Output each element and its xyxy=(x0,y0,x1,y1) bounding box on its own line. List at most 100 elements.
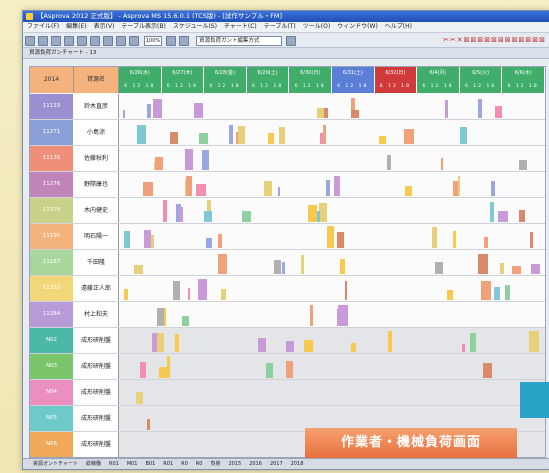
status-tab-8[interactable]: 負荷 xyxy=(210,461,220,467)
load-bar[interactable] xyxy=(530,231,533,248)
load-bar[interactable] xyxy=(301,254,304,274)
resource-name[interactable]: 佐藤秋利 xyxy=(74,146,119,171)
load-bar[interactable] xyxy=(378,135,386,144)
load-bar[interactable] xyxy=(484,265,489,274)
status-tab-4[interactable]: B01 xyxy=(146,461,156,467)
resource-row[interactable]: N02 成形研削盤 xyxy=(30,328,545,354)
resource-row[interactable]: 11195 明石陽一 xyxy=(30,224,545,250)
load-bar[interactable] xyxy=(333,175,340,196)
resource-name[interactable]: 遠藤正人郎 xyxy=(74,276,119,301)
copy-icon[interactable] xyxy=(90,36,100,46)
load-bar[interactable] xyxy=(181,315,189,326)
day-header[interactable]: 6/30(日) 6 12 18 xyxy=(289,67,332,93)
load-bar[interactable] xyxy=(136,391,143,404)
chart-tab-title[interactable]: 資源負荷ガンチャート - 13 xyxy=(29,50,96,56)
day-header[interactable]: 6/28(金) 6 12 18 xyxy=(204,67,247,93)
resource-name[interactable]: 鈴木直彦 xyxy=(74,94,119,119)
resource-name[interactable]: 木内健史 xyxy=(74,198,119,223)
day-header[interactable]: 6/31(土) 6 12 18 xyxy=(332,67,375,93)
load-bar[interactable] xyxy=(278,127,285,144)
menu-item-1[interactable]: 編集(E) xyxy=(66,23,86,30)
print-icon[interactable] xyxy=(64,36,74,46)
resource-row[interactable]: N03 成形研削盤 xyxy=(30,354,545,380)
load-bar[interactable] xyxy=(308,204,317,222)
load-bar[interactable] xyxy=(317,211,320,222)
zoom-select[interactable]: 100% xyxy=(144,36,162,46)
load-bar[interactable] xyxy=(196,183,206,196)
status-tab-12[interactable]: 2018 xyxy=(291,461,304,467)
menu-item-4[interactable]: スケジュール(S) xyxy=(173,23,217,30)
status-tab-5[interactable]: R01 xyxy=(163,461,173,467)
load-bar[interactable] xyxy=(123,289,129,300)
load-bar[interactable] xyxy=(498,211,508,222)
menu-item-8[interactable]: ウィンドウ(W) xyxy=(337,23,378,30)
load-bar[interactable] xyxy=(286,360,294,378)
load-bar[interactable] xyxy=(186,175,192,196)
load-bar[interactable] xyxy=(162,200,167,222)
load-bar[interactable] xyxy=(326,226,335,248)
resource-row[interactable]: 11276 野際康也 xyxy=(30,172,545,198)
load-bar[interactable] xyxy=(404,186,412,196)
schedule-tools-icons[interactable]: ✂✂✕⊠⊠⊠⊠⊠⊠⊠⊠⊠⊠⊠⊠ xyxy=(443,36,546,44)
resource-name[interactable]: 成形研削盤 xyxy=(74,406,119,431)
load-bar[interactable] xyxy=(146,419,150,430)
load-bar[interactable] xyxy=(123,110,125,118)
load-bar[interactable] xyxy=(263,181,273,196)
load-bar[interactable] xyxy=(203,211,213,222)
load-bar[interactable] xyxy=(228,124,233,144)
load-bar[interactable] xyxy=(323,125,326,144)
load-bar[interactable] xyxy=(218,234,222,248)
name-column-header[interactable]: 資源名 xyxy=(74,67,119,93)
load-bar[interactable] xyxy=(285,341,294,352)
load-bar[interactable] xyxy=(478,99,482,118)
load-bar[interactable] xyxy=(519,160,527,170)
cut-icon[interactable] xyxy=(77,36,87,46)
menu-item-0[interactable]: ファイル(F) xyxy=(27,23,59,30)
load-bar[interactable] xyxy=(154,156,163,170)
load-bar[interactable] xyxy=(482,363,493,378)
resource-name[interactable]: 明石陽一 xyxy=(74,224,119,249)
status-tab-1[interactable]: 総稼働 xyxy=(86,461,101,467)
load-bar[interactable] xyxy=(137,125,146,144)
new-file-icon[interactable] xyxy=(25,36,35,46)
load-bar[interactable] xyxy=(489,201,495,222)
load-bar[interactable] xyxy=(388,331,393,352)
resource-row[interactable]: 11271 小島涼 xyxy=(30,120,545,146)
load-bar[interactable] xyxy=(500,263,504,274)
status-tab-2[interactable]: R01 xyxy=(109,461,119,467)
status-tab-6[interactable]: R0 xyxy=(181,461,188,467)
load-bar[interactable] xyxy=(206,238,212,248)
load-bar[interactable] xyxy=(265,363,273,378)
load-bar[interactable] xyxy=(140,362,146,378)
resource-row[interactable]: 11133 鈴木直彦 xyxy=(30,94,545,120)
load-bar[interactable] xyxy=(198,278,208,300)
load-bar[interactable] xyxy=(344,280,347,300)
load-bar[interactable] xyxy=(258,337,266,352)
status-tab-9[interactable]: 2015 xyxy=(228,461,241,467)
day-header[interactable]: 6/27(木) 6 12 18 xyxy=(161,67,205,93)
load-bar[interactable] xyxy=(175,334,180,352)
load-bar[interactable] xyxy=(144,230,151,248)
load-bar[interactable] xyxy=(167,356,170,378)
load-bar[interactable] xyxy=(387,155,391,170)
resource-name[interactable]: 成形研削盤 xyxy=(74,432,119,457)
resource-row[interactable]: 11187 千田隆 xyxy=(30,250,545,276)
load-bar[interactable] xyxy=(494,287,501,300)
load-bar[interactable] xyxy=(434,262,444,274)
load-bar[interactable] xyxy=(123,231,130,248)
status-tab-0[interactable]: 資源ガントチャート xyxy=(33,461,78,467)
load-bar[interactable] xyxy=(459,126,467,144)
load-bar[interactable] xyxy=(494,106,503,118)
resource-row[interactable]: 11232 遠藤正人郎 xyxy=(30,276,545,302)
load-bar[interactable] xyxy=(194,103,204,118)
load-bar[interactable] xyxy=(512,265,521,274)
status-tab-11[interactable]: 2017 xyxy=(270,461,283,467)
status-tab-3[interactable]: M01 xyxy=(127,461,138,467)
load-bar[interactable] xyxy=(481,280,491,300)
load-bar[interactable] xyxy=(153,98,162,118)
load-bar[interactable] xyxy=(187,288,191,300)
load-bar[interactable] xyxy=(156,332,165,352)
load-bar[interactable] xyxy=(273,259,282,274)
redo-icon[interactable] xyxy=(129,36,139,46)
load-bar[interactable] xyxy=(338,305,348,326)
